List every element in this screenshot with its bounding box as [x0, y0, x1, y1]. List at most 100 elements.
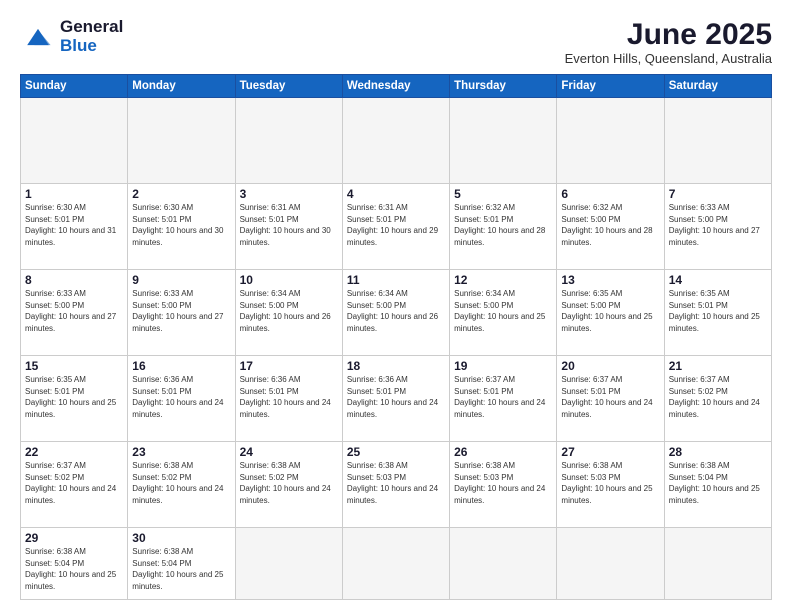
table-row	[664, 98, 771, 184]
calendar-week-row: 8Sunrise: 6:33 AMSunset: 5:00 PMDaylight…	[21, 270, 772, 356]
table-row: 28Sunrise: 6:38 AMSunset: 5:04 PMDayligh…	[664, 442, 771, 528]
day-info: Sunrise: 6:30 AMSunset: 5:01 PMDaylight:…	[132, 202, 230, 248]
day-number: 19	[454, 359, 552, 373]
table-row: 21Sunrise: 6:37 AMSunset: 5:02 PMDayligh…	[664, 356, 771, 442]
day-info: Sunrise: 6:38 AMSunset: 5:03 PMDaylight:…	[454, 460, 552, 506]
table-row: 25Sunrise: 6:38 AMSunset: 5:03 PMDayligh…	[342, 442, 449, 528]
table-row: 2Sunrise: 6:30 AMSunset: 5:01 PMDaylight…	[128, 184, 235, 270]
table-row: 5Sunrise: 6:32 AMSunset: 5:01 PMDaylight…	[450, 184, 557, 270]
table-row	[128, 98, 235, 184]
day-number: 16	[132, 359, 230, 373]
title-block: June 2025 Everton Hills, Queensland, Aus…	[565, 18, 772, 66]
header-monday: Monday	[128, 75, 235, 98]
day-number: 27	[561, 445, 659, 459]
day-info: Sunrise: 6:38 AMSunset: 5:04 PMDaylight:…	[132, 546, 230, 592]
page: General Blue June 2025 Everton Hills, Qu…	[0, 0, 792, 612]
day-info: Sunrise: 6:34 AMSunset: 5:00 PMDaylight:…	[454, 288, 552, 334]
day-info: Sunrise: 6:32 AMSunset: 5:01 PMDaylight:…	[454, 202, 552, 248]
calendar-header-row: Sunday Monday Tuesday Wednesday Thursday…	[21, 75, 772, 98]
day-number: 29	[25, 531, 123, 545]
table-row: 16Sunrise: 6:36 AMSunset: 5:01 PMDayligh…	[128, 356, 235, 442]
day-number: 28	[669, 445, 767, 459]
day-number: 11	[347, 273, 445, 287]
table-row	[557, 528, 664, 600]
table-row	[557, 98, 664, 184]
table-row: 17Sunrise: 6:36 AMSunset: 5:01 PMDayligh…	[235, 356, 342, 442]
day-number: 7	[669, 187, 767, 201]
table-row: 8Sunrise: 6:33 AMSunset: 5:00 PMDaylight…	[21, 270, 128, 356]
day-info: Sunrise: 6:31 AMSunset: 5:01 PMDaylight:…	[347, 202, 445, 248]
day-number: 26	[454, 445, 552, 459]
day-info: Sunrise: 6:37 AMSunset: 5:02 PMDaylight:…	[25, 460, 123, 506]
day-info: Sunrise: 6:37 AMSunset: 5:01 PMDaylight:…	[454, 374, 552, 420]
day-number: 2	[132, 187, 230, 201]
logo-icon	[20, 25, 56, 49]
table-row	[21, 98, 128, 184]
day-number: 6	[561, 187, 659, 201]
day-number: 25	[347, 445, 445, 459]
day-number: 13	[561, 273, 659, 287]
table-row	[450, 98, 557, 184]
table-row: 10Sunrise: 6:34 AMSunset: 5:00 PMDayligh…	[235, 270, 342, 356]
table-row: 26Sunrise: 6:38 AMSunset: 5:03 PMDayligh…	[450, 442, 557, 528]
day-info: Sunrise: 6:37 AMSunset: 5:01 PMDaylight:…	[561, 374, 659, 420]
day-number: 12	[454, 273, 552, 287]
table-row	[235, 98, 342, 184]
day-number: 30	[132, 531, 230, 545]
header-thursday: Thursday	[450, 75, 557, 98]
subtitle: Everton Hills, Queensland, Australia	[565, 51, 772, 66]
calendar-week-row	[21, 98, 772, 184]
day-info: Sunrise: 6:38 AMSunset: 5:03 PMDaylight:…	[561, 460, 659, 506]
day-number: 3	[240, 187, 338, 201]
table-row: 3Sunrise: 6:31 AMSunset: 5:01 PMDaylight…	[235, 184, 342, 270]
table-row: 11Sunrise: 6:34 AMSunset: 5:00 PMDayligh…	[342, 270, 449, 356]
day-number: 18	[347, 359, 445, 373]
logo: General Blue	[20, 18, 123, 55]
calendar-week-row: 1Sunrise: 6:30 AMSunset: 5:01 PMDaylight…	[21, 184, 772, 270]
day-number: 8	[25, 273, 123, 287]
day-info: Sunrise: 6:30 AMSunset: 5:01 PMDaylight:…	[25, 202, 123, 248]
table-row: 24Sunrise: 6:38 AMSunset: 5:02 PMDayligh…	[235, 442, 342, 528]
header-sunday: Sunday	[21, 75, 128, 98]
table-row: 14Sunrise: 6:35 AMSunset: 5:01 PMDayligh…	[664, 270, 771, 356]
day-info: Sunrise: 6:34 AMSunset: 5:00 PMDaylight:…	[347, 288, 445, 334]
table-row	[664, 528, 771, 600]
day-info: Sunrise: 6:34 AMSunset: 5:00 PMDaylight:…	[240, 288, 338, 334]
day-info: Sunrise: 6:36 AMSunset: 5:01 PMDaylight:…	[132, 374, 230, 420]
table-row: 7Sunrise: 6:33 AMSunset: 5:00 PMDaylight…	[664, 184, 771, 270]
header: General Blue June 2025 Everton Hills, Qu…	[20, 18, 772, 66]
header-saturday: Saturday	[664, 75, 771, 98]
day-number: 17	[240, 359, 338, 373]
table-row: 12Sunrise: 6:34 AMSunset: 5:00 PMDayligh…	[450, 270, 557, 356]
day-number: 22	[25, 445, 123, 459]
logo-general: General	[60, 18, 123, 37]
day-info: Sunrise: 6:37 AMSunset: 5:02 PMDaylight:…	[669, 374, 767, 420]
table-row	[342, 528, 449, 600]
logo-blue: Blue	[60, 37, 123, 56]
table-row: 20Sunrise: 6:37 AMSunset: 5:01 PMDayligh…	[557, 356, 664, 442]
day-number: 24	[240, 445, 338, 459]
table-row: 15Sunrise: 6:35 AMSunset: 5:01 PMDayligh…	[21, 356, 128, 442]
day-info: Sunrise: 6:33 AMSunset: 5:00 PMDaylight:…	[669, 202, 767, 248]
table-row	[342, 98, 449, 184]
day-number: 20	[561, 359, 659, 373]
table-row: 19Sunrise: 6:37 AMSunset: 5:01 PMDayligh…	[450, 356, 557, 442]
day-number: 21	[669, 359, 767, 373]
day-info: Sunrise: 6:38 AMSunset: 5:02 PMDaylight:…	[132, 460, 230, 506]
day-info: Sunrise: 6:38 AMSunset: 5:02 PMDaylight:…	[240, 460, 338, 506]
day-number: 4	[347, 187, 445, 201]
calendar-week-row: 29Sunrise: 6:38 AMSunset: 5:04 PMDayligh…	[21, 528, 772, 600]
table-row: 29Sunrise: 6:38 AMSunset: 5:04 PMDayligh…	[21, 528, 128, 600]
day-info: Sunrise: 6:38 AMSunset: 5:03 PMDaylight:…	[347, 460, 445, 506]
day-info: Sunrise: 6:36 AMSunset: 5:01 PMDaylight:…	[240, 374, 338, 420]
table-row: 27Sunrise: 6:38 AMSunset: 5:03 PMDayligh…	[557, 442, 664, 528]
month-title: June 2025	[565, 18, 772, 51]
day-info: Sunrise: 6:38 AMSunset: 5:04 PMDaylight:…	[669, 460, 767, 506]
day-number: 10	[240, 273, 338, 287]
day-info: Sunrise: 6:38 AMSunset: 5:04 PMDaylight:…	[25, 546, 123, 592]
header-tuesday: Tuesday	[235, 75, 342, 98]
table-row	[235, 528, 342, 600]
header-wednesday: Wednesday	[342, 75, 449, 98]
calendar-week-row: 22Sunrise: 6:37 AMSunset: 5:02 PMDayligh…	[21, 442, 772, 528]
table-row: 18Sunrise: 6:36 AMSunset: 5:01 PMDayligh…	[342, 356, 449, 442]
